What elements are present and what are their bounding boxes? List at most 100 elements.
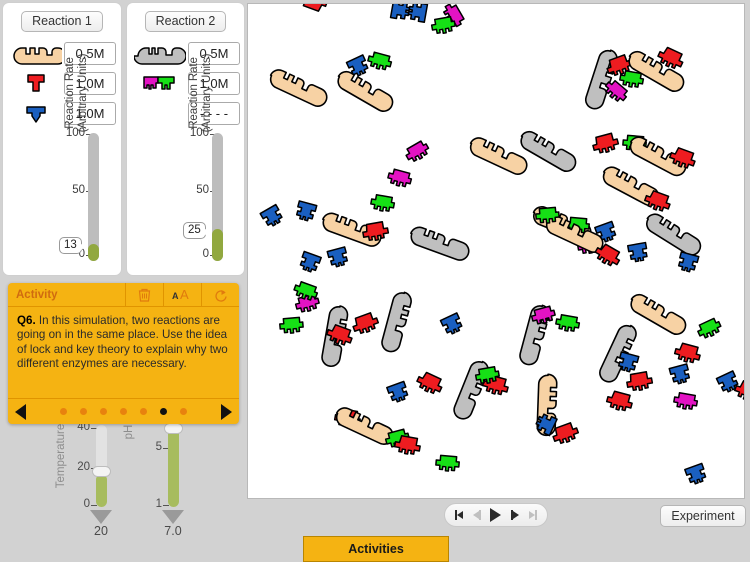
question-dot-3[interactable] (100, 408, 107, 415)
molecule-enzyme-peach[interactable] (466, 134, 531, 178)
molecule-substrate-magenta[interactable] (385, 167, 414, 190)
molecule-substrate-green[interactable] (434, 454, 461, 473)
ph-fill (168, 426, 179, 507)
temperature-knob[interactable] (92, 466, 111, 477)
temp-tick-20: 20 (77, 461, 97, 473)
molecule-product-blue[interactable] (389, 4, 412, 22)
molecule-substrate-green[interactable] (369, 193, 396, 214)
gauge-tick-0: 0 (202, 248, 217, 260)
activity-panel: Activity A A Q6. In this simulation, two… (8, 283, 239, 424)
temperature-ticks: 40 20 0 (64, 420, 98, 510)
molecule-enzyme-gray[interactable] (641, 210, 705, 260)
ph-slider[interactable]: pH 5 1 7.0 (120, 420, 200, 538)
gauge-tick-50: 50 (196, 184, 216, 196)
molecule-substrate-red[interactable] (349, 310, 381, 337)
molecule-substrate-red[interactable] (672, 341, 703, 366)
molecule-substrate-red[interactable] (590, 131, 621, 156)
activity-header: Activity A A (8, 283, 239, 307)
molecule-substrate-red[interactable] (298, 4, 330, 14)
experiment-button[interactable]: Experiment (660, 505, 746, 527)
gauge-tick-100: 100 (65, 127, 93, 139)
reaction-2-gauge-readout: 25 (183, 222, 209, 239)
playback-controls (444, 503, 548, 527)
reaction-2-gauge-fill (212, 229, 223, 261)
question-dot-6[interactable] (160, 408, 167, 415)
reaction-2-ticks: 100 50 0 (181, 127, 217, 267)
molecule-substrate-green[interactable] (554, 313, 581, 334)
molecule-product-blue[interactable] (668, 363, 692, 386)
molecule-substrate-magenta[interactable] (672, 391, 699, 412)
molecule-product-blue[interactable] (386, 380, 411, 405)
gauge-tick-100: 100 (189, 127, 217, 139)
reaction-1-gauge-readout: 13 (59, 237, 85, 255)
activity-navigation (8, 398, 239, 424)
gauge-tick-50: 50 (72, 184, 92, 196)
molecule-substrate-green[interactable] (278, 316, 305, 335)
activity-question: Q6. In this simulation, two reactions ar… (8, 307, 239, 375)
reaction-2-gauge: Reaction Rate (Arbitrary Units) 100 50 0… (127, 54, 244, 275)
question-dots (60, 408, 187, 415)
reset-icon[interactable] (201, 283, 239, 306)
question-number: Q6. (17, 314, 36, 327)
temp-tick-0: 0 (83, 498, 98, 510)
step-forward-button[interactable] (511, 510, 520, 520)
play-button[interactable] (490, 508, 502, 522)
molecule-product-blue[interactable] (294, 200, 318, 223)
reaction-1-gauge: Reaction Rate (Arbitrary Units) 100 50 0… (3, 54, 121, 275)
svg-text:A: A (180, 288, 189, 301)
activity-panel-title: Activity (16, 288, 58, 301)
question-dot-1[interactable] (60, 408, 67, 415)
skip-to-start-button[interactable] (454, 510, 463, 520)
ph-caret-icon (162, 510, 184, 524)
previous-question-button[interactable] (15, 403, 26, 420)
molecule-substrate-red[interactable] (624, 370, 654, 393)
reaction-2-gauge-tube (212, 133, 223, 261)
molecule-product-blue[interactable] (406, 4, 429, 24)
molecule-product-blue[interactable] (297, 250, 322, 275)
molecule-product-blue[interactable] (684, 462, 709, 487)
bottom-bar: Activities (0, 536, 750, 562)
molecule-enzyme-gray[interactable] (379, 289, 414, 355)
question-text: In this simulation, two reactions are go… (17, 314, 228, 370)
molecule-product-blue[interactable] (626, 241, 650, 264)
temperature-track[interactable] (92, 425, 111, 507)
molecule-substrate-red[interactable] (604, 389, 635, 414)
ph-ticks: 5 1 (136, 420, 170, 510)
question-dot-7[interactable] (180, 408, 187, 415)
molecule-substrate-green[interactable] (365, 50, 394, 73)
ph-knob[interactable] (164, 423, 183, 434)
reaction-2-panel: Reaction 2 0.5M 1.0M - - - - Reaction Ra… (126, 2, 245, 276)
molecule-substrate-magenta[interactable] (402, 138, 432, 165)
ph-tick-1: 1 (155, 498, 170, 510)
molecule-enzyme-peach[interactable] (266, 66, 331, 110)
question-dot-4[interactable] (120, 408, 127, 415)
question-dot-2[interactable] (80, 408, 87, 415)
ph-track[interactable] (164, 423, 183, 507)
trash-icon[interactable] (125, 283, 163, 306)
text-size-icon[interactable]: A A (163, 283, 201, 306)
step-back-button[interactable] (472, 510, 481, 520)
molecule-product-blue[interactable] (676, 251, 700, 274)
molecule-enzyme-gray[interactable] (407, 224, 473, 264)
molecule-substrate-red[interactable] (414, 369, 446, 398)
temperature-fill (96, 474, 107, 507)
question-dot-5[interactable] (140, 408, 147, 415)
svg-text:A: A (172, 291, 179, 301)
next-question-button[interactable] (221, 403, 232, 420)
molecule-product-blue[interactable] (326, 246, 350, 269)
reaction-1-panel: Reaction 1 0.5M 1.0M 1.0M Reaction Rate … (2, 2, 122, 276)
simulation-canvas[interactable] (247, 3, 745, 499)
molecule-enzyme-gray[interactable] (582, 46, 621, 112)
temperature-caret-icon (90, 510, 112, 524)
molecule-enzyme-peach[interactable] (333, 67, 397, 116)
activities-tab[interactable]: Activities (303, 536, 449, 562)
ph-tick-5: 5 (155, 441, 170, 453)
app-root: Reaction 1 0.5M 1.0M 1.0M Reaction Rate … (0, 0, 750, 562)
molecule-substrate-green[interactable] (694, 316, 724, 342)
simulation-molecules (259, 4, 744, 487)
molecule-product-blue[interactable] (439, 312, 465, 337)
reaction-1-gauge-tube (88, 133, 99, 261)
skip-to-end-button[interactable] (529, 510, 538, 520)
reaction-1-gauge-fill (88, 244, 99, 261)
molecule-product-blue[interactable] (259, 203, 286, 230)
